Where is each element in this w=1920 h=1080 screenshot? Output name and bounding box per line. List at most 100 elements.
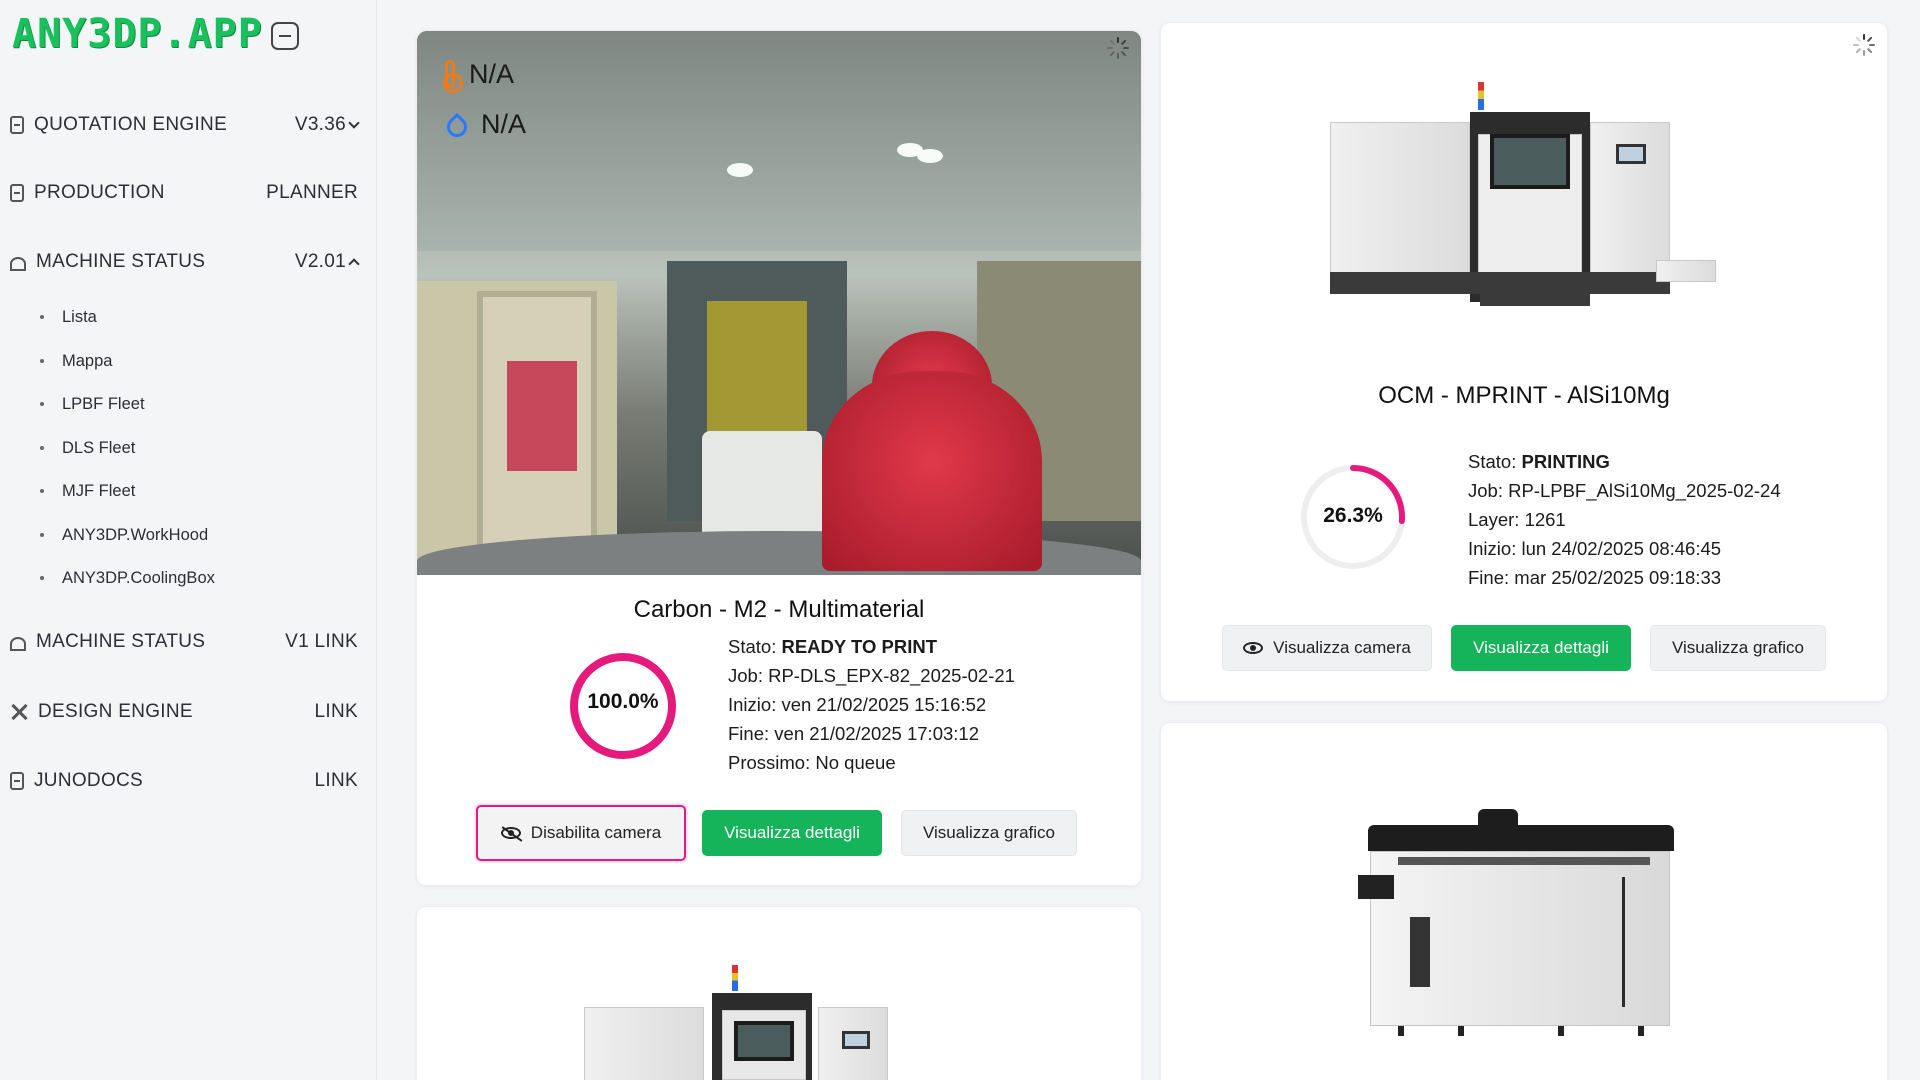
bullet-icon — [40, 359, 44, 363]
sidebar-item-link: V1 LINK — [285, 631, 358, 652]
camera-feed: N/A N/A — [417, 31, 1141, 575]
gauge-icon — [10, 257, 26, 271]
eye-icon — [1243, 642, 1264, 654]
stato-row: Stato: READY TO PRINT — [728, 632, 1015, 661]
sidebar-item-machine-status-v2[interactable]: MACHINE STATUS V2.01 — [10, 247, 360, 277]
job-value: RP-DLS_EPX-82_2025-02-21 — [768, 665, 1015, 686]
stato-label: Stato: — [1468, 451, 1517, 472]
inizio-label: Inizio: — [728, 694, 777, 715]
stato-row: Stato: PRINTING — [1468, 447, 1781, 476]
submenu-item-lista[interactable]: Lista — [40, 305, 97, 329]
prossimo-row: Prossimo: No queue — [728, 748, 1015, 777]
water-drop-icon — [442, 112, 472, 142]
sidebar-item-label: PRODUCTION — [34, 182, 165, 203]
machine-title: Carbon - M2 - Multimaterial — [633, 596, 925, 623]
sidebar-item-link: LINK — [314, 701, 358, 722]
submenu-item-coolingbox[interactable]: ANY3DP.CoolingBox — [40, 566, 215, 590]
chevron-down-icon — [348, 117, 360, 129]
view-details-button[interactable]: Visualizza dettagli — [1451, 625, 1631, 671]
loading-spinner-icon — [1853, 34, 1875, 56]
sidebar-item-junodocs[interactable]: JUNODOCS LINK — [10, 766, 358, 796]
document-icon — [10, 116, 24, 134]
fine-row: Fine: mar 25/02/2025 09:18:33 — [1468, 563, 1781, 592]
app-logo[interactable]: ANY3DP.APP — [12, 11, 263, 57]
button-label: Visualizza dettagli — [724, 823, 860, 842]
submenu-label: LPBF Fleet — [62, 394, 145, 413]
inizio-value: ven 21/02/2025 15:16:52 — [781, 694, 987, 715]
camera-scene — [507, 361, 577, 471]
inizio-row: Inizio: lun 24/02/2025 08:46:45 — [1468, 534, 1781, 563]
view-details-button[interactable]: Visualizza dettagli — [702, 810, 882, 856]
document-icon — [10, 772, 24, 790]
bullet-icon — [40, 446, 44, 450]
fine-label: Fine: — [728, 723, 770, 744]
layer-label: Layer: — [1468, 509, 1520, 530]
submenu-label: DLS Fleet — [62, 438, 136, 457]
fine-value: ven 21/02/2025 17:03:12 — [774, 723, 979, 744]
inizio-label: Inizio: — [1468, 538, 1517, 559]
submenu-item-mappa[interactable]: Mappa — [40, 349, 112, 373]
temperature-value: N/A — [469, 58, 515, 89]
progress-value: 100.0% — [587, 690, 659, 713]
inizio-value: lun 24/02/2025 08:46:45 — [1521, 538, 1722, 559]
chevron-up-icon — [348, 258, 360, 270]
submenu-label: Mappa — [62, 351, 113, 370]
submenu-item-mjf-fleet[interactable]: MJF Fleet — [40, 479, 135, 503]
machine-title: OCM - MPRINT - AlSi10Mg — [1378, 382, 1670, 409]
submenu-item-lpbf-fleet[interactable]: LPBF Fleet — [40, 392, 145, 416]
machine-info: Stato: PRINTING Job: RP-LPBF_AlSi10Mg_20… — [1468, 447, 1781, 592]
sidebar: ANY3DP.APP QUOTATION ENGINE V3.36 PRODUC… — [0, 0, 377, 1080]
job-label: Job: — [1468, 480, 1503, 501]
layer-row: Layer: 1261 — [1468, 505, 1781, 534]
stato-label: Stato: — [728, 636, 777, 657]
bullet-icon — [40, 533, 44, 537]
job-row: Job: RP-DLS_EPX-82_2025-02-21 — [728, 661, 1015, 690]
camera-scene — [707, 301, 807, 441]
sidebar-item-label: QUOTATION ENGINE — [34, 114, 228, 135]
fine-row: Fine: ven 21/02/2025 17:03:12 — [728, 719, 1015, 748]
layer-value: 1261 — [1524, 509, 1566, 530]
sidebar-item-machine-status-v1[interactable]: MACHINE STATUS V1 LINK — [10, 627, 358, 657]
job-value: RP-LPBF_AlSi10Mg_2025-02-24 — [1508, 480, 1781, 501]
disable-camera-button[interactable]: Disabilita camera — [476, 805, 686, 861]
bullet-icon — [40, 489, 44, 493]
humidity-reading: N/A — [442, 99, 526, 149]
bullet-icon — [40, 402, 44, 406]
document-icon — [10, 184, 24, 202]
button-label: Visualizza camera — [1273, 638, 1411, 657]
sidebar-item-label: DESIGN ENGINE — [38, 701, 193, 722]
inizio-row: Inizio: ven 21/02/2025 15:16:52 — [728, 690, 1015, 719]
stato-value: READY TO PRINT — [781, 636, 938, 657]
view-chart-button[interactable]: Visualizza grafico — [1650, 625, 1826, 671]
camera-scene — [822, 371, 1042, 571]
view-camera-button[interactable]: Visualizza camera — [1222, 625, 1432, 671]
submenu-label: Lista — [62, 307, 97, 326]
sidebar-item-design-engine[interactable]: DESIGN ENGINE LINK — [10, 697, 358, 727]
job-label: Job: — [728, 665, 763, 686]
sidebar-item-label: JUNODOCS — [34, 770, 144, 791]
submenu-item-dls-fleet[interactable]: DLS Fleet — [40, 436, 135, 460]
sidebar-item-label: MACHINE STATUS — [36, 251, 206, 272]
sidebar-item-production[interactable]: PRODUCTION PLANNER — [10, 178, 358, 208]
submenu-item-workhood[interactable]: ANY3DP.WorkHood — [40, 523, 208, 547]
sidebar-item-version: V3.36 — [294, 114, 346, 135]
ceiling-light — [917, 149, 943, 163]
temperature-reading: N/A — [443, 49, 526, 99]
collapse-sidebar-button[interactable] — [270, 22, 299, 50]
button-label: Visualizza grafico — [1672, 638, 1804, 657]
eye-off-icon — [500, 827, 521, 839]
environment-readings: N/A N/A — [442, 49, 526, 149]
tools-icon — [10, 702, 28, 722]
sidebar-item-version: V2.01 — [294, 251, 346, 272]
gauge-icon — [10, 637, 26, 651]
loading-spinner-icon — [1107, 37, 1129, 59]
sidebar-item-quotation-engine[interactable]: QUOTATION ENGINE V3.36 — [10, 110, 360, 140]
prossimo-value: No queue — [815, 752, 896, 773]
sidebar-item-label: MACHINE STATUS — [36, 631, 206, 652]
bullet-icon — [40, 576, 44, 580]
button-label: Visualizza grafico — [923, 823, 1055, 842]
submenu-label: ANY3DP.CoolingBox — [62, 568, 215, 587]
job-row: Job: RP-LPBF_AlSi10Mg_2025-02-24 — [1468, 476, 1781, 505]
fine-label: Fine: — [1468, 567, 1510, 588]
view-chart-button[interactable]: Visualizza grafico — [901, 810, 1077, 856]
